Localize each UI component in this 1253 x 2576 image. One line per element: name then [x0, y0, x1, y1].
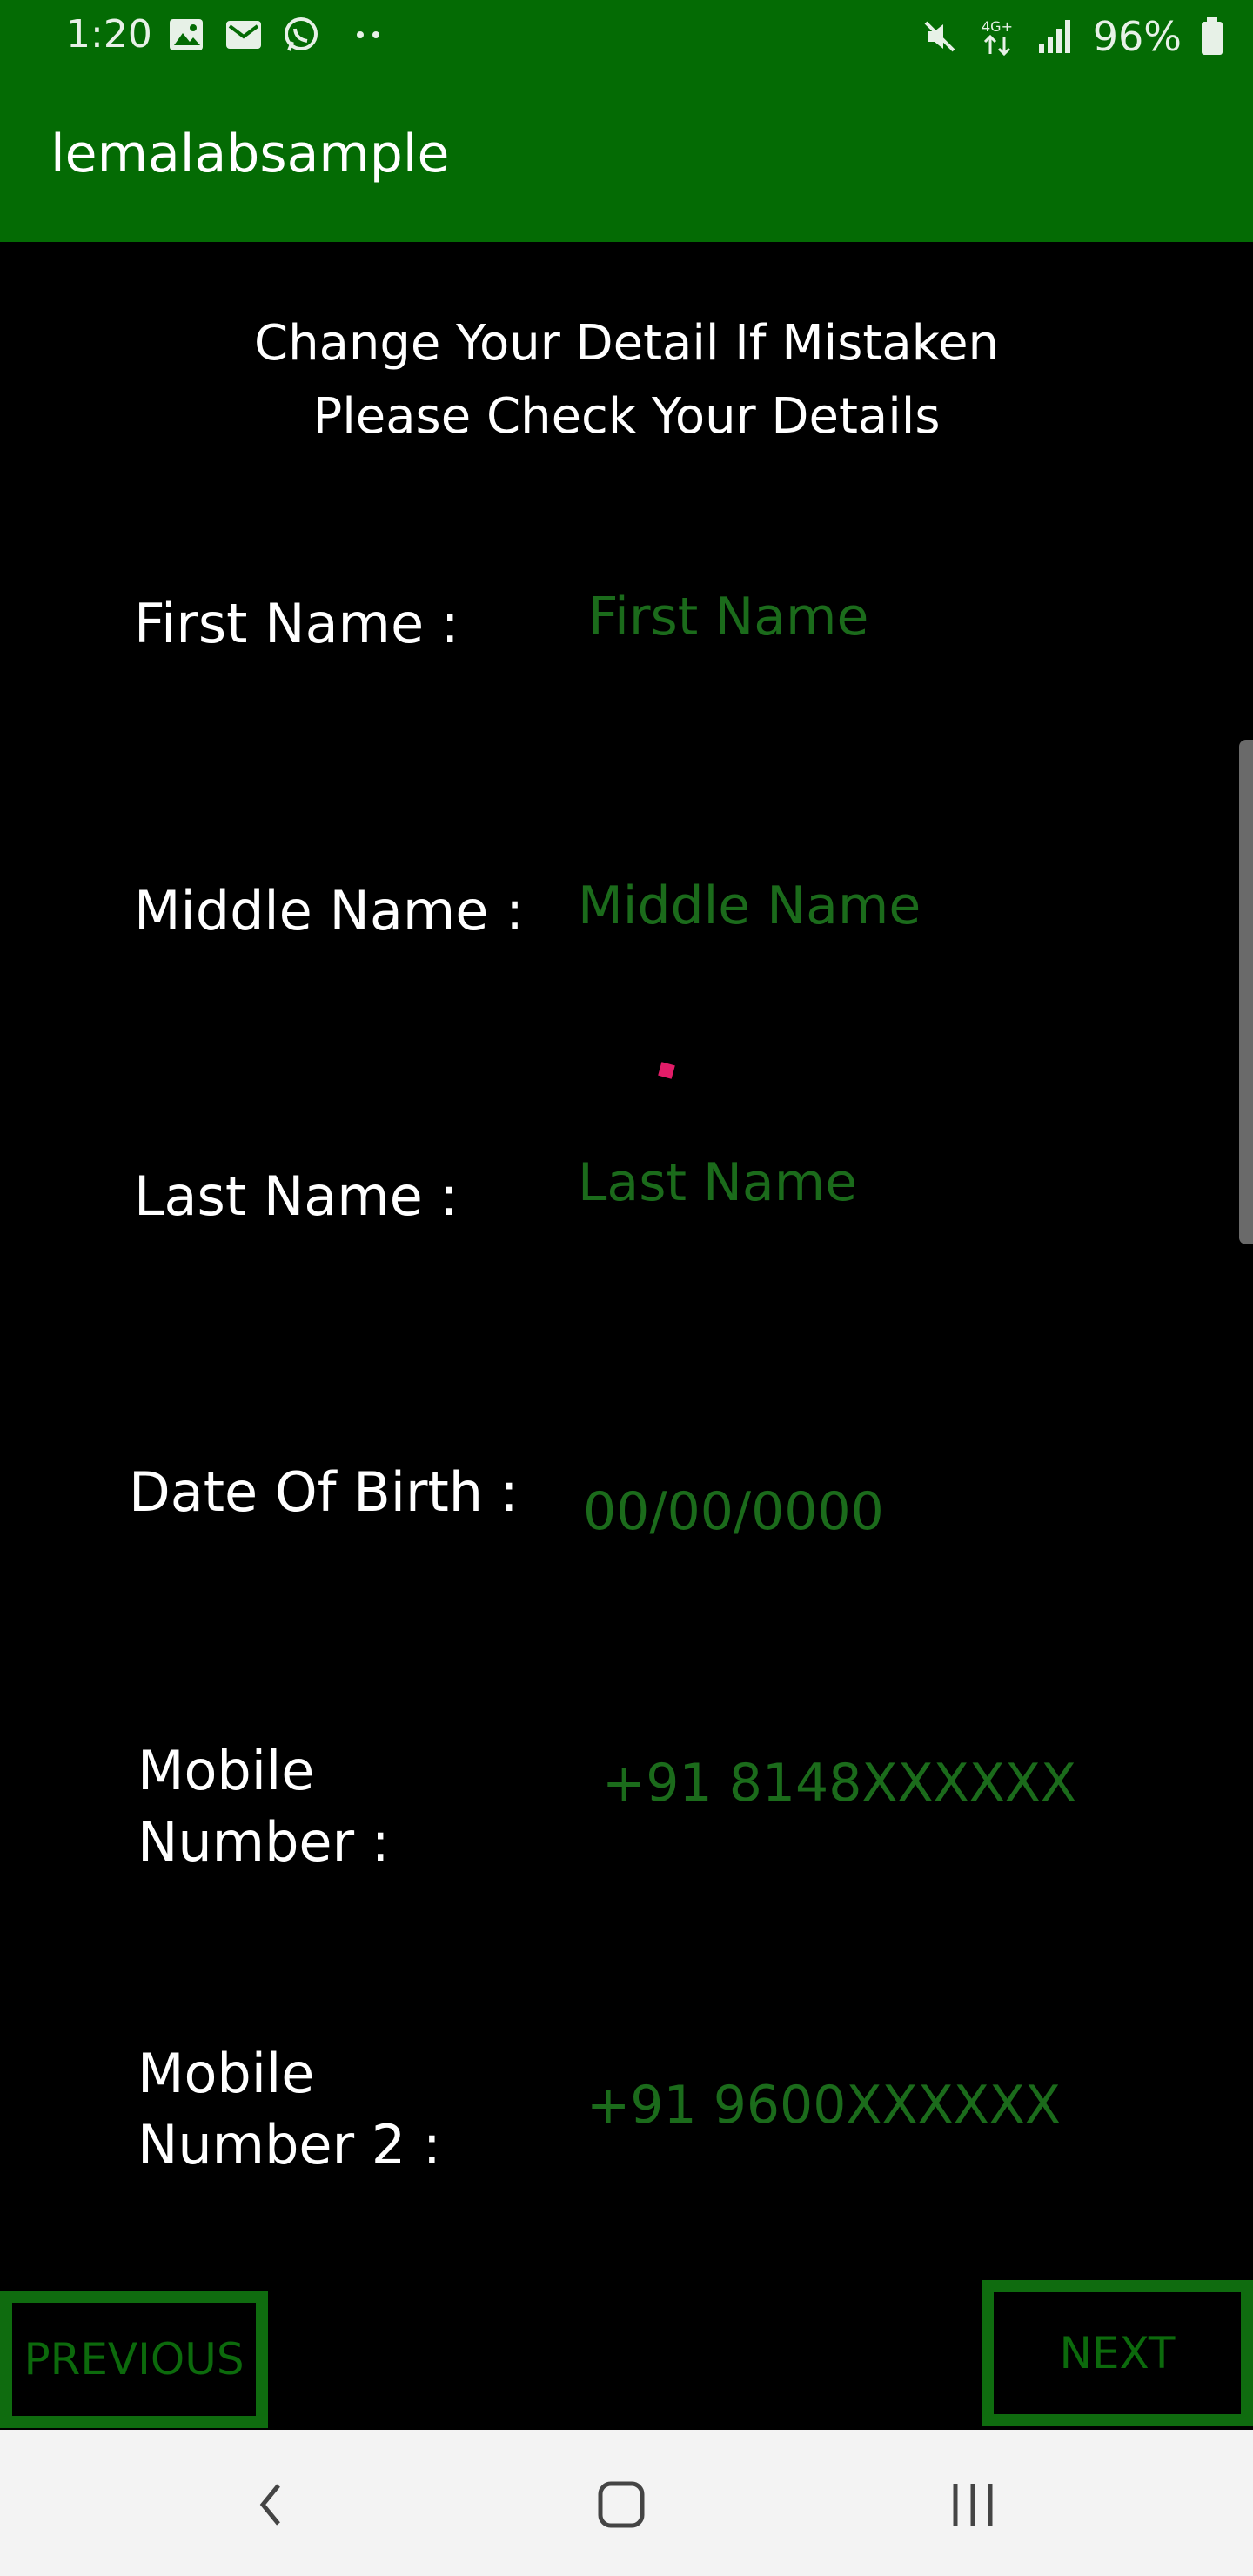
status-right-group: 4G+ 96% [921, 9, 1225, 64]
middle-name-label: Middle Name : [134, 879, 525, 943]
gmail-icon [226, 21, 261, 49]
status-bar: 1:20 4G+ 96% [0, 0, 1253, 73]
last-name-field[interactable] [578, 1144, 1117, 1222]
back-icon[interactable] [245, 2479, 298, 2531]
app-bar: lemalabsample [0, 73, 1253, 242]
recents-icon[interactable] [947, 2479, 999, 2531]
header-line-1: Change Your Detail If Mistaken [253, 315, 1000, 372]
mobile2-label-line2: Number 2 : [137, 2113, 441, 2177]
status-time: 1:20 [66, 12, 152, 57]
dob-label: Date Of Birth : [129, 1460, 519, 1524]
mobile-field[interactable] [602, 1744, 1142, 1822]
more-dots-icon [357, 31, 379, 38]
home-icon[interactable] [595, 2479, 647, 2531]
battery-percent: 96% [1092, 13, 1182, 60]
4g-data-icon: 4G+ [982, 18, 1013, 57]
signal-icon [1038, 20, 1070, 53]
dob-field[interactable] [583, 1472, 1122, 1551]
first-name-field[interactable] [588, 578, 1128, 656]
middle-name-field[interactable] [578, 867, 1117, 945]
previous-button[interactable]: PREVIOUS [0, 2291, 268, 2428]
form-content[interactable]: Change Your Detail If Mistaken Please Ch… [0, 242, 1253, 2430]
whatsapp-icon [285, 17, 318, 51]
first-name-label: First Name : [134, 592, 459, 655]
header-line-2: Please Check Your Details [312, 388, 941, 445]
battery-icon [1202, 17, 1223, 55]
system-nav-bar [0, 2430, 1253, 2576]
mobile2-field[interactable] [586, 2066, 1126, 2144]
mobile-label-line2: Number : [137, 1810, 390, 1874]
app-title: lemalabsample [50, 124, 450, 184]
scrollbar[interactable] [1239, 740, 1253, 1244]
svg-text:4G+: 4G+ [982, 18, 1013, 35]
mute-icon [924, 21, 955, 52]
mobile-label-line1: Mobile [137, 1739, 315, 1802]
next-button[interactable]: NEXT [982, 2280, 1253, 2426]
image-icon [170, 19, 203, 50]
last-name-label: Last Name : [134, 1164, 459, 1228]
mobile2-label-line1: Mobile [137, 2042, 315, 2105]
